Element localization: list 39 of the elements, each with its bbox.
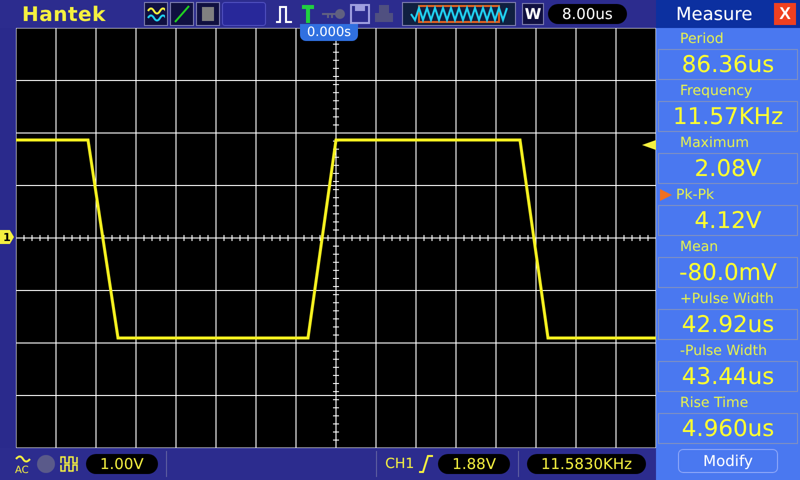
channel-scale-readout: 1.00V bbox=[86, 454, 158, 474]
save-icon[interactable] bbox=[350, 4, 370, 24]
brand-logo: Hantek bbox=[22, 2, 107, 26]
trigger-position-label: 0.000s bbox=[300, 24, 358, 41]
measurement-label[interactable]: Period bbox=[656, 28, 800, 49]
close-button[interactable]: X bbox=[774, 3, 796, 25]
bandwidth-limit-icon bbox=[36, 454, 56, 474]
measurement-label[interactable]: Frequency bbox=[656, 80, 800, 101]
invert-icon bbox=[60, 455, 80, 473]
persistence-icon[interactable] bbox=[196, 2, 220, 26]
measurement-label[interactable]: +Pulse Width bbox=[656, 288, 800, 309]
channel-marker: 1 bbox=[0, 230, 14, 244]
measurement-value: 11.57KHz bbox=[658, 101, 798, 132]
measurement-value: 2.08V bbox=[658, 153, 798, 184]
measurement-value: 42.92us bbox=[658, 309, 798, 340]
trigger-level-icon bbox=[642, 140, 656, 150]
selection-arrow-icon bbox=[660, 188, 672, 202]
trigger-icon[interactable] bbox=[300, 4, 316, 24]
window-mode-indicator[interactable]: W bbox=[522, 3, 544, 25]
rising-edge-icon bbox=[418, 454, 434, 474]
measurement-value: 43.44us bbox=[658, 361, 798, 392]
frequency-readout: 11.5830KHz bbox=[526, 454, 646, 474]
timebase-readout: 8.00us bbox=[548, 4, 627, 24]
zoom-waveform-icon[interactable] bbox=[402, 2, 516, 26]
measurement-value: 4.960us bbox=[658, 413, 798, 444]
panel-title: Measure bbox=[676, 4, 752, 24]
trigger-level-readout: 1.88V bbox=[438, 454, 510, 474]
measurement-label[interactable]: Maximum bbox=[656, 132, 800, 153]
waveform-icon[interactable] bbox=[144, 2, 168, 26]
measurement-value: 86.36us bbox=[658, 49, 798, 80]
measurement-value: 4.12V bbox=[658, 205, 798, 236]
pulse-icon[interactable] bbox=[274, 4, 294, 24]
trigger-source-label: CH1 bbox=[385, 456, 414, 472]
measurement-label[interactable]: Rise Time bbox=[656, 392, 800, 413]
measurement-label[interactable]: -Pulse Width bbox=[656, 340, 800, 361]
measurement-label[interactable]: Mean bbox=[656, 236, 800, 257]
modify-button[interactable]: Modify bbox=[678, 449, 778, 473]
measurement-value: -80.0mV bbox=[658, 257, 798, 288]
measurement-label[interactable]: Pk-Pk bbox=[656, 184, 800, 205]
